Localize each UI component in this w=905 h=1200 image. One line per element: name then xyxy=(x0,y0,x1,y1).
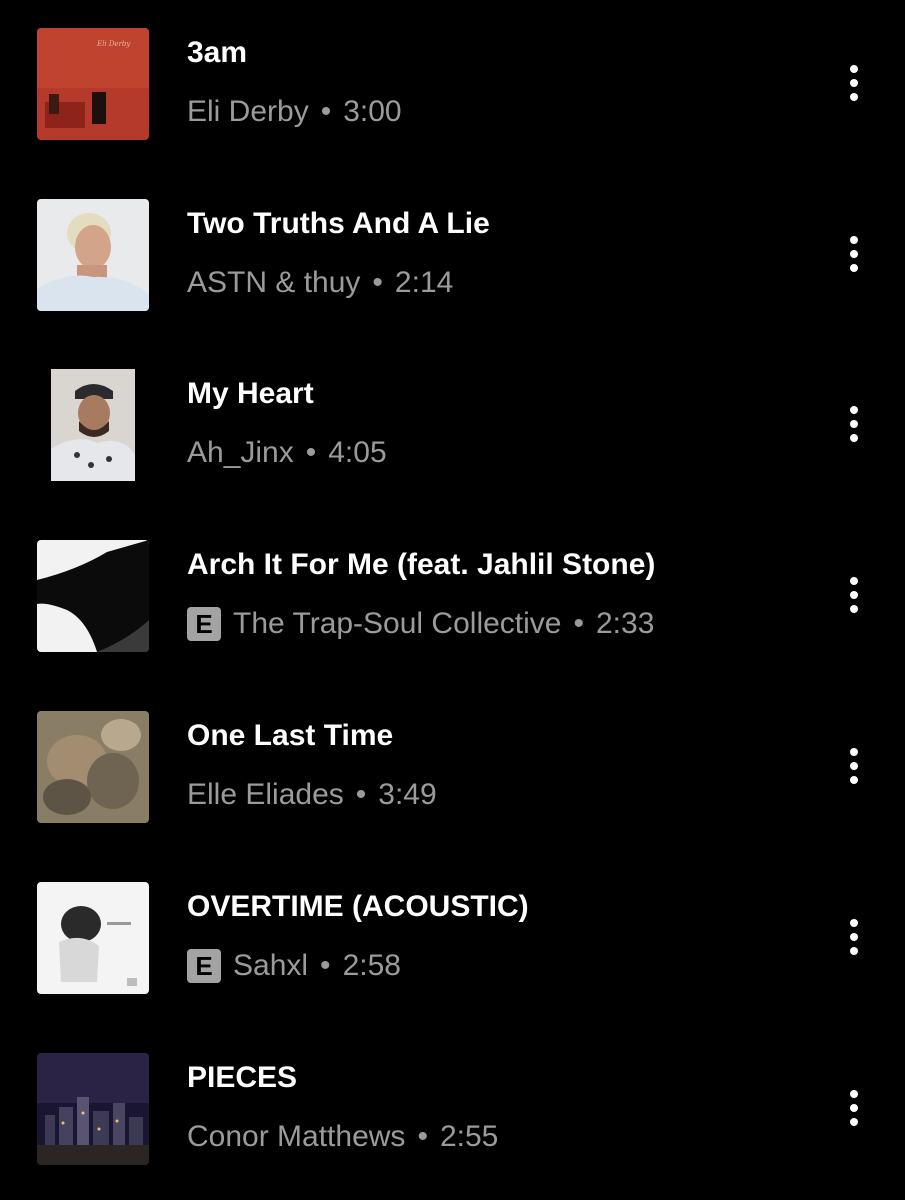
track-title: Arch It For Me (feat. Jahlil Stone) xyxy=(187,548,656,581)
more-options-button[interactable] xyxy=(834,221,874,287)
track-artist: Elle Eliades xyxy=(187,778,344,811)
track-title: My Heart xyxy=(187,377,314,410)
track-subtitle: ASTN & thuy • 2:14 xyxy=(187,266,453,300)
more-vertical-icon xyxy=(850,577,858,613)
track-duration: 2:33 xyxy=(596,607,655,640)
track-row[interactable]: Two Truths And A Lie ASTN & thuy • 2:14 xyxy=(0,171,905,341)
track-row[interactable]: OVERTIME (ACOUSTIC) E Sahxl • 2:58 xyxy=(0,854,905,1024)
album-art[interactable] xyxy=(37,1053,149,1165)
more-options-button[interactable] xyxy=(834,1075,874,1141)
track-subtitle: Conor Matthews • 2:55 xyxy=(187,1120,498,1154)
svg-text:Eli Derby: Eli Derby xyxy=(96,40,131,48)
more-options-button[interactable] xyxy=(834,904,874,970)
album-art[interactable] xyxy=(37,540,149,652)
track-subtitle: Ah_Jinx • 4:05 xyxy=(187,436,387,470)
more-vertical-icon xyxy=(850,236,858,272)
track-subtitle: E Sahxl • 2:58 xyxy=(187,949,401,983)
explicit-badge: E xyxy=(187,949,221,983)
track-row[interactable]: Arch It For Me (feat. Jahlil Stone) E Th… xyxy=(0,512,905,682)
album-art[interactable] xyxy=(37,711,149,823)
track-row[interactable]: PIECES Conor Matthews • 2:55 xyxy=(0,1025,905,1195)
track-row[interactable]: My Heart Ah_Jinx • 4:05 xyxy=(0,341,905,511)
track-artist: Sahxl xyxy=(233,949,309,982)
separator: • xyxy=(320,949,331,982)
track-duration: 2:58 xyxy=(342,949,401,982)
track-artist: Ah_Jinx xyxy=(187,436,294,469)
more-options-button[interactable] xyxy=(834,50,874,116)
more-vertical-icon xyxy=(850,65,858,101)
album-art[interactable] xyxy=(37,369,149,481)
separator: • xyxy=(573,607,584,640)
track-title: One Last Time xyxy=(187,719,394,752)
more-vertical-icon xyxy=(850,919,858,955)
album-art[interactable] xyxy=(37,199,149,311)
explicit-badge: E xyxy=(187,607,221,641)
more-options-button[interactable] xyxy=(834,562,874,628)
album-art[interactable]: Eli Derby xyxy=(37,28,149,140)
track-title: OVERTIME (ACOUSTIC) xyxy=(187,890,529,923)
track-subtitle: Elle Eliades • 3:49 xyxy=(187,778,437,812)
separator: • xyxy=(355,778,367,811)
track-row[interactable]: Eli Derby 3am Eli Derby • 3:00 xyxy=(0,0,905,170)
track-title: 3am xyxy=(187,36,248,69)
track-duration: 3:49 xyxy=(378,778,437,811)
track-artist: Eli Derby xyxy=(187,95,309,128)
track-artist: ASTN & thuy xyxy=(187,266,361,299)
track-title: Two Truths And A Lie xyxy=(187,207,490,240)
separator: • xyxy=(305,436,317,469)
more-vertical-icon xyxy=(850,748,858,784)
more-vertical-icon xyxy=(850,406,858,442)
track-row[interactable]: One Last Time Elle Eliades • 3:49 xyxy=(0,683,905,853)
track-list: Eli Derby 3am Eli Derby • 3:00 Two Truth xyxy=(0,0,905,1200)
album-art[interactable] xyxy=(37,882,149,994)
more-options-button[interactable] xyxy=(834,391,874,457)
more-options-button[interactable] xyxy=(834,733,874,799)
track-title: PIECES xyxy=(187,1061,298,1094)
track-subtitle: E The Trap-Soul Collective • 2:33 xyxy=(187,607,654,641)
separator: • xyxy=(417,1120,428,1153)
track-subtitle: Eli Derby • 3:00 xyxy=(187,95,402,129)
track-duration: 2:14 xyxy=(394,266,454,299)
track-duration: 2:55 xyxy=(439,1120,499,1153)
track-artist: The Trap-Soul Collective xyxy=(233,607,562,640)
separator: • xyxy=(372,266,383,299)
more-vertical-icon xyxy=(850,1090,858,1126)
track-artist: Conor Matthews xyxy=(187,1120,406,1153)
track-duration: 3:00 xyxy=(343,95,402,128)
track-duration: 4:05 xyxy=(328,436,387,469)
separator: • xyxy=(320,95,332,128)
